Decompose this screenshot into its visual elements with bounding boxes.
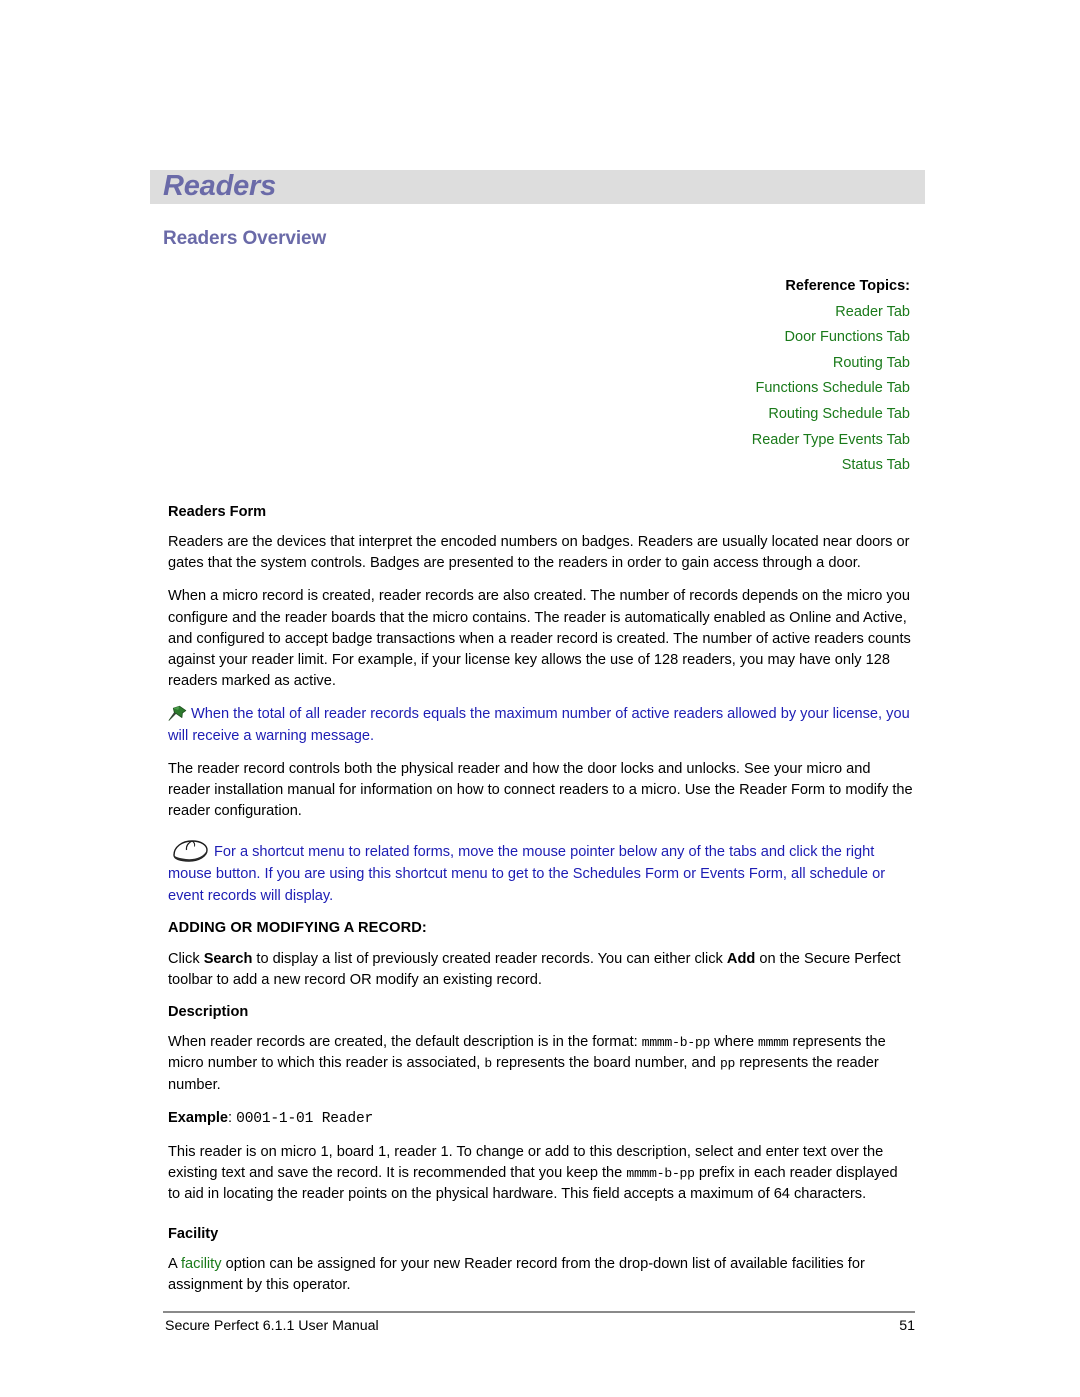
- description-code-pp: pp: [719, 1056, 736, 1072]
- adding-record-bold-add: Add: [726, 950, 756, 967]
- pushpin-icon: [168, 705, 188, 722]
- readers-form-heading: Readers Form: [168, 504, 267, 520]
- note-pushpin: When the total of all reader records equ…: [168, 704, 913, 746]
- description-paragraph-2: This reader is on micro 1, board 1, read…: [168, 1142, 913, 1206]
- description-text-2: where: [710, 1034, 759, 1051]
- example-label: Example: [168, 1109, 229, 1126]
- description-text-1: When reader records are created, the def…: [168, 1034, 642, 1051]
- reference-topic-link-routing-schedule-tab[interactable]: Routing Schedule Tab: [490, 402, 910, 428]
- page-title: Readers: [163, 170, 277, 202]
- example-value: 0001-1-01 Reader: [236, 1110, 374, 1127]
- facility-heading: Facility: [168, 1225, 219, 1242]
- reference-topic-link-door-functions-tab[interactable]: Door Functions Tab: [490, 325, 910, 351]
- reference-topic-link-reader-type-events-tab[interactable]: Reader Type Events Tab: [490, 428, 910, 454]
- adding-record-paragraph: Click Search to display a list of previo…: [168, 949, 913, 991]
- reference-topic-link-reader-tab[interactable]: Reader Tab: [490, 300, 910, 326]
- readers-form-paragraph-3: The reader record controls both the phys…: [168, 760, 913, 820]
- reference-topic-link-functions-schedule-tab[interactable]: Functions Schedule Tab: [490, 376, 910, 402]
- footer-divider: [163, 1311, 915, 1313]
- adding-record-text-mid: to display a list of previously created …: [252, 950, 727, 967]
- description-text-4: represents the board number, and: [491, 1055, 720, 1072]
- facility-text-pre: A: [168, 1255, 181, 1272]
- readers-form-paragraph-1: Readers are the devices that interpret t…: [168, 534, 910, 572]
- description-code-mmmm: mmmm: [758, 1035, 789, 1051]
- readers-form-paragraph-2: When a micro record is created, reader r…: [168, 588, 911, 690]
- reference-topics-label: Reference Topics:: [785, 278, 910, 294]
- description-example-line: Example: 0001-1-01 Reader: [168, 1108, 913, 1130]
- section-heading: Readers Overview: [163, 228, 327, 249]
- footer-page-number: 51: [899, 1318, 915, 1334]
- facility-link[interactable]: facility: [181, 1256, 222, 1272]
- adding-record-bold-search: Search: [203, 950, 253, 967]
- adding-record-heading: ADDING OR MODIFYING A RECORD:: [168, 919, 427, 936]
- description-heading: Description: [168, 1004, 249, 1021]
- main-content: Readers Form Readers are the devices tha…: [168, 503, 913, 1296]
- reference-topic-link-status-tab[interactable]: Status Tab: [490, 453, 910, 479]
- reference-topics-block: Reference Topics: Reader Tab Door Functi…: [490, 274, 910, 479]
- computer-mouse-icon: [168, 838, 212, 864]
- example-separator: :: [228, 1109, 237, 1126]
- description-code-format-2: mmmm-b-pp: [626, 1166, 695, 1182]
- page-title-banner: Readers: [150, 170, 925, 204]
- note-mouse: For a shortcut menu to related forms, mo…: [168, 838, 913, 906]
- note-mouse-text: For a shortcut menu to related forms, mo…: [168, 844, 886, 904]
- description-code-format-1: mmmm-b-pp: [641, 1035, 711, 1051]
- adding-record-text-pre: Click: [168, 950, 204, 967]
- description-code-b: b: [484, 1056, 492, 1072]
- reference-topic-link-routing-tab[interactable]: Routing Tab: [490, 351, 910, 377]
- description-paragraph-1: When reader records are created, the def…: [168, 1032, 913, 1096]
- facility-text-post: option can be assigned for your new Read…: [168, 1255, 865, 1293]
- note-pushpin-text: When the total of all reader records equ…: [168, 706, 910, 744]
- document-page: Readers Readers Overview Reference Topic…: [0, 0, 1080, 1397]
- footer-manual-title: Secure Perfect 6.1.1 User Manual: [165, 1318, 379, 1334]
- facility-paragraph: A facility option can be assigned for yo…: [168, 1254, 913, 1296]
